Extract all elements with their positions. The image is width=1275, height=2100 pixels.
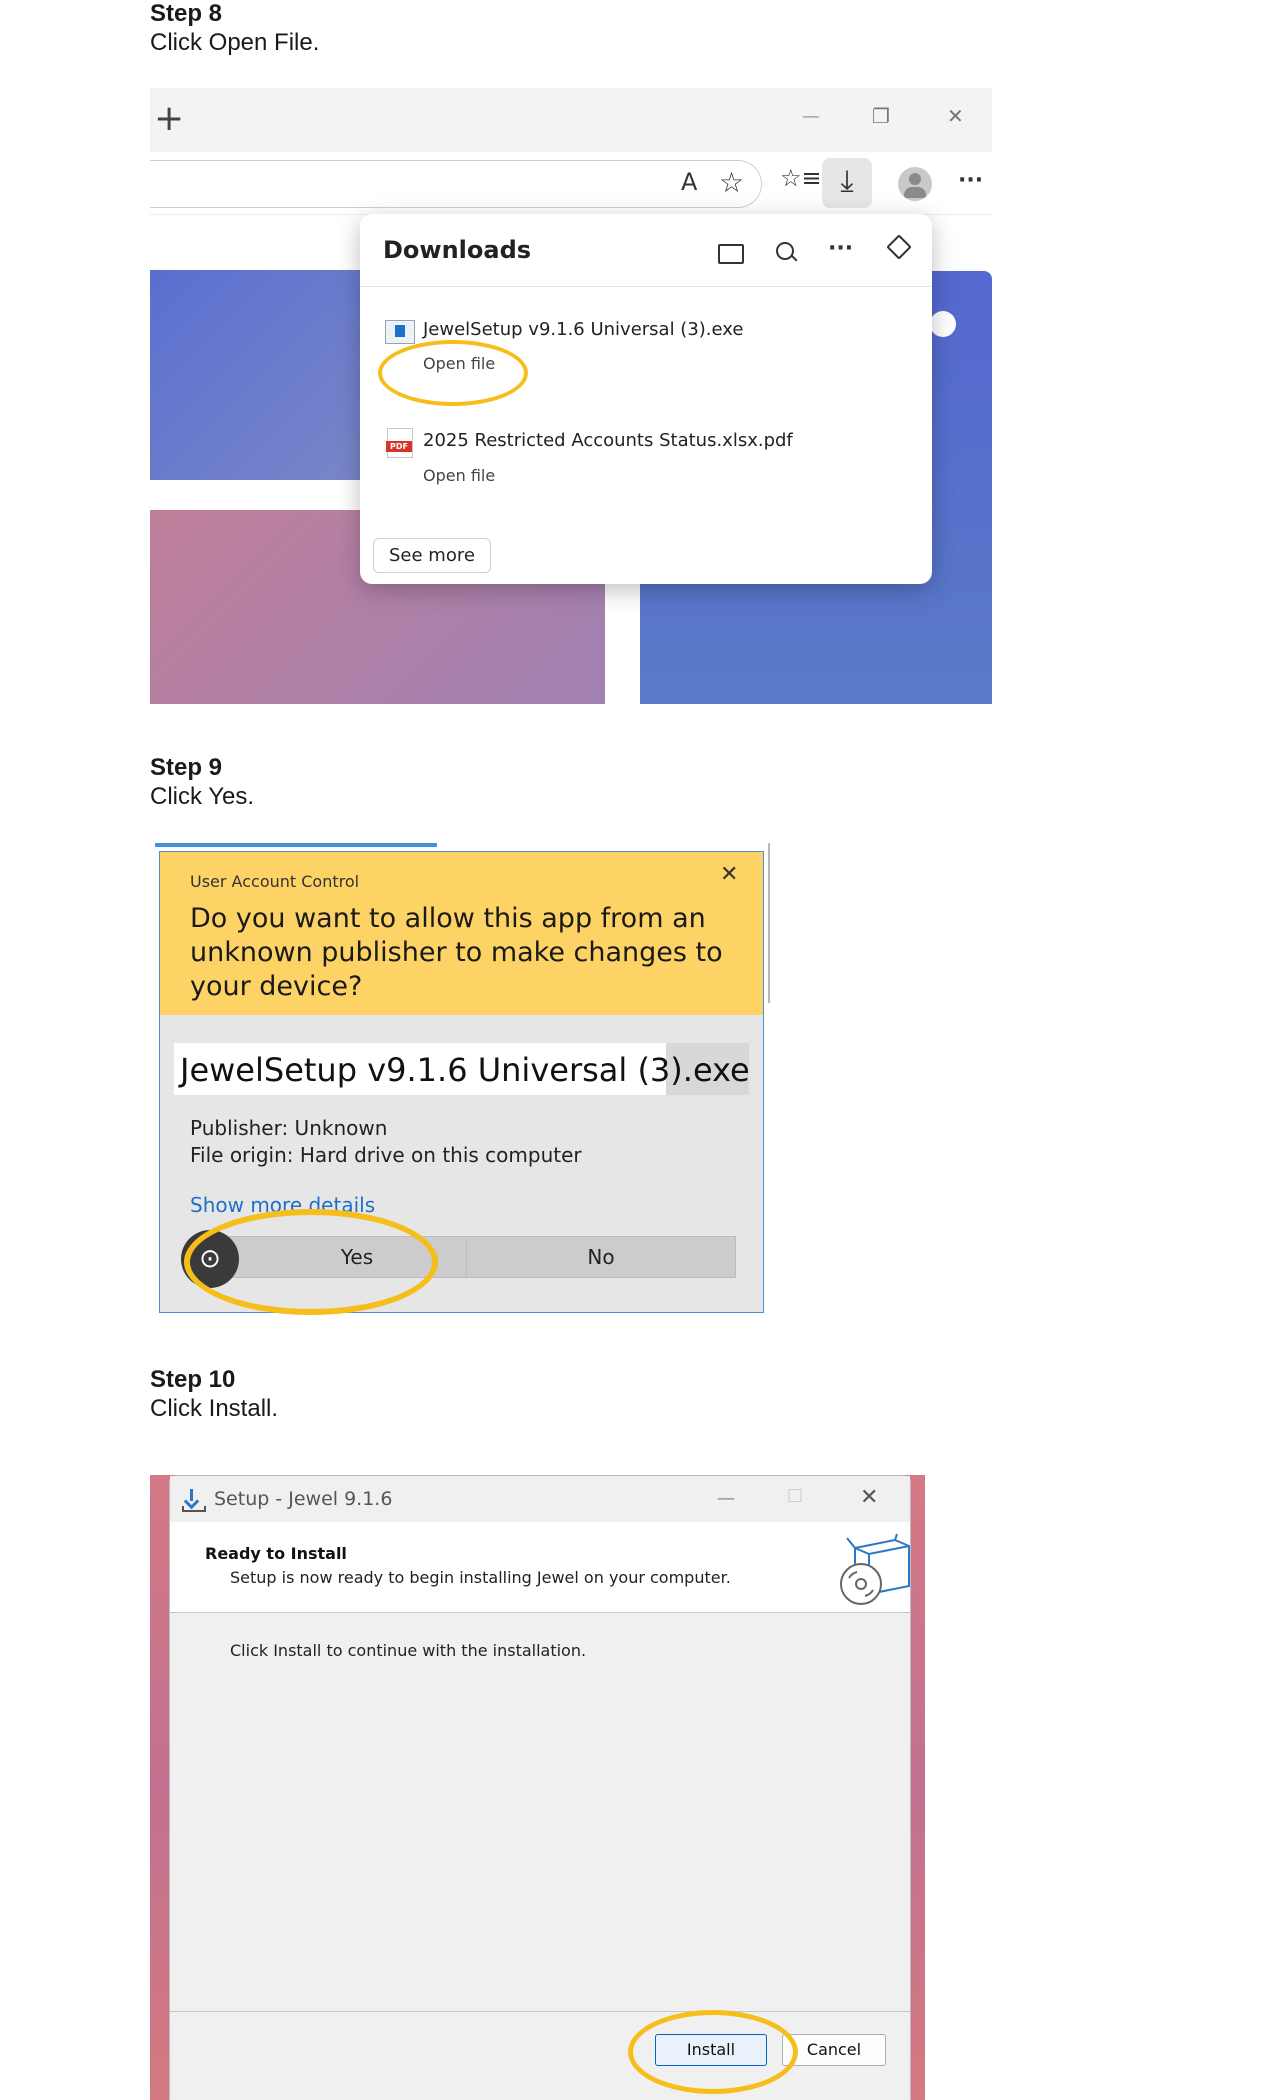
background-tile [150,270,378,480]
uac-screenshot: User Account Control ✕ Do you want to al… [150,843,775,1317]
setup-window: Setup - Jewel 9.1.6 — ☐ ✕ Ready to Insta… [169,1475,911,2100]
downloads-more-icon[interactable]: ··· [828,236,853,261]
step-8-title: Step 8 [150,0,223,27]
uac-question: Do you want to allow this app from an un… [190,903,723,1002]
search-icon[interactable] [776,242,798,262]
browser-screenshot: + — ❐ ✕ A ☆ ☆≡ ⤓ ··· Downloads ··· Jewel… [150,88,992,704]
ready-to-install-title: Ready to Install [205,1544,347,1563]
uac-label: User Account Control [190,872,360,891]
uac-app-name: JewelSetup v9.1.6 Universal (3).exe [180,1051,750,1089]
see-more-button[interactable]: See more [373,538,491,573]
read-aloud-icon[interactable]: A [681,168,697,196]
setup-header: Ready to Install Setup is now ready to b… [170,1522,910,1613]
restore-icon[interactable]: ❐ [872,104,890,128]
close-icon[interactable]: ✕ [860,1485,878,1510]
step-9-title: Step 9 [150,754,223,781]
setup-title-bar: Setup - Jewel 9.1.6 — ☐ ✕ [170,1476,910,1522]
setup-title: Setup - Jewel 9.1.6 [214,1488,393,1510]
uac-dialog: User Account Control ✕ Do you want to al… [159,851,764,1315]
exe-file-icon [385,320,415,344]
settings-more-icon[interactable]: ··· [958,168,983,193]
no-button[interactable]: No [466,1236,736,1278]
profile-avatar[interactable] [898,167,932,201]
step-9-description: Click Yes. [150,783,255,810]
downloads-button[interactable]: ⤓ [822,158,872,208]
downloads-panel-title: Downloads [383,236,532,264]
uac-file-origin: File origin: Hard drive on this computer [190,1143,582,1167]
minimize-icon[interactable]: — [802,106,820,127]
window-close-icon[interactable]: ✕ [947,104,964,128]
highlight-ring [628,2010,798,2094]
close-icon[interactable]: ✕ [720,862,738,887]
downloads-panel: Downloads ··· JewelSetup v9.1.6 Universa… [360,214,932,584]
download-item-name[interactable]: 2025 Restricted Accounts Status.xlsx.pdf [423,430,793,451]
setup-download-icon [182,1489,206,1512]
step-10-title: Step 10 [150,1366,236,1393]
open-folder-icon[interactable] [718,244,744,264]
highlight-ring [378,340,528,406]
setup-body-text: Click Install to continue with the insta… [230,1641,587,1660]
ready-to-install-subtitle: Setup is now ready to begin installing J… [230,1568,731,1587]
pdf-file-icon: PDF [386,428,413,458]
install-box-icon [835,1532,910,1605]
highlight-ring [184,1209,438,1315]
step-10-description: Click Install. [150,1395,279,1422]
divider [360,286,932,287]
divider [170,2011,910,2012]
step-8-description: Click Open File. [150,29,320,56]
new-tab-icon[interactable]: + [154,98,184,139]
download-item-name[interactable]: JewelSetup v9.1.6 Universal (3).exe [423,319,743,340]
open-file-link[interactable]: Open file [423,466,495,485]
browser-tab-bar: + — ❐ ✕ [150,88,992,152]
setup-screenshot: Setup - Jewel 9.1.6 — ☐ ✕ Ready to Insta… [150,1475,925,2100]
address-bar[interactable]: A ☆ [150,160,762,208]
minimize-icon[interactable]: — [717,1488,735,1509]
favorite-star-icon[interactable]: ☆ [719,166,744,199]
uac-header: User Account Control ✕ Do you want to al… [160,852,763,1015]
pin-icon[interactable] [886,234,912,260]
uac-publisher: Publisher: Unknown [190,1116,388,1140]
favorites-icon[interactable]: ☆≡ [780,164,822,192]
download-icon: ⤓ [840,164,854,199]
maximize-icon: ☐ [787,1486,804,1507]
